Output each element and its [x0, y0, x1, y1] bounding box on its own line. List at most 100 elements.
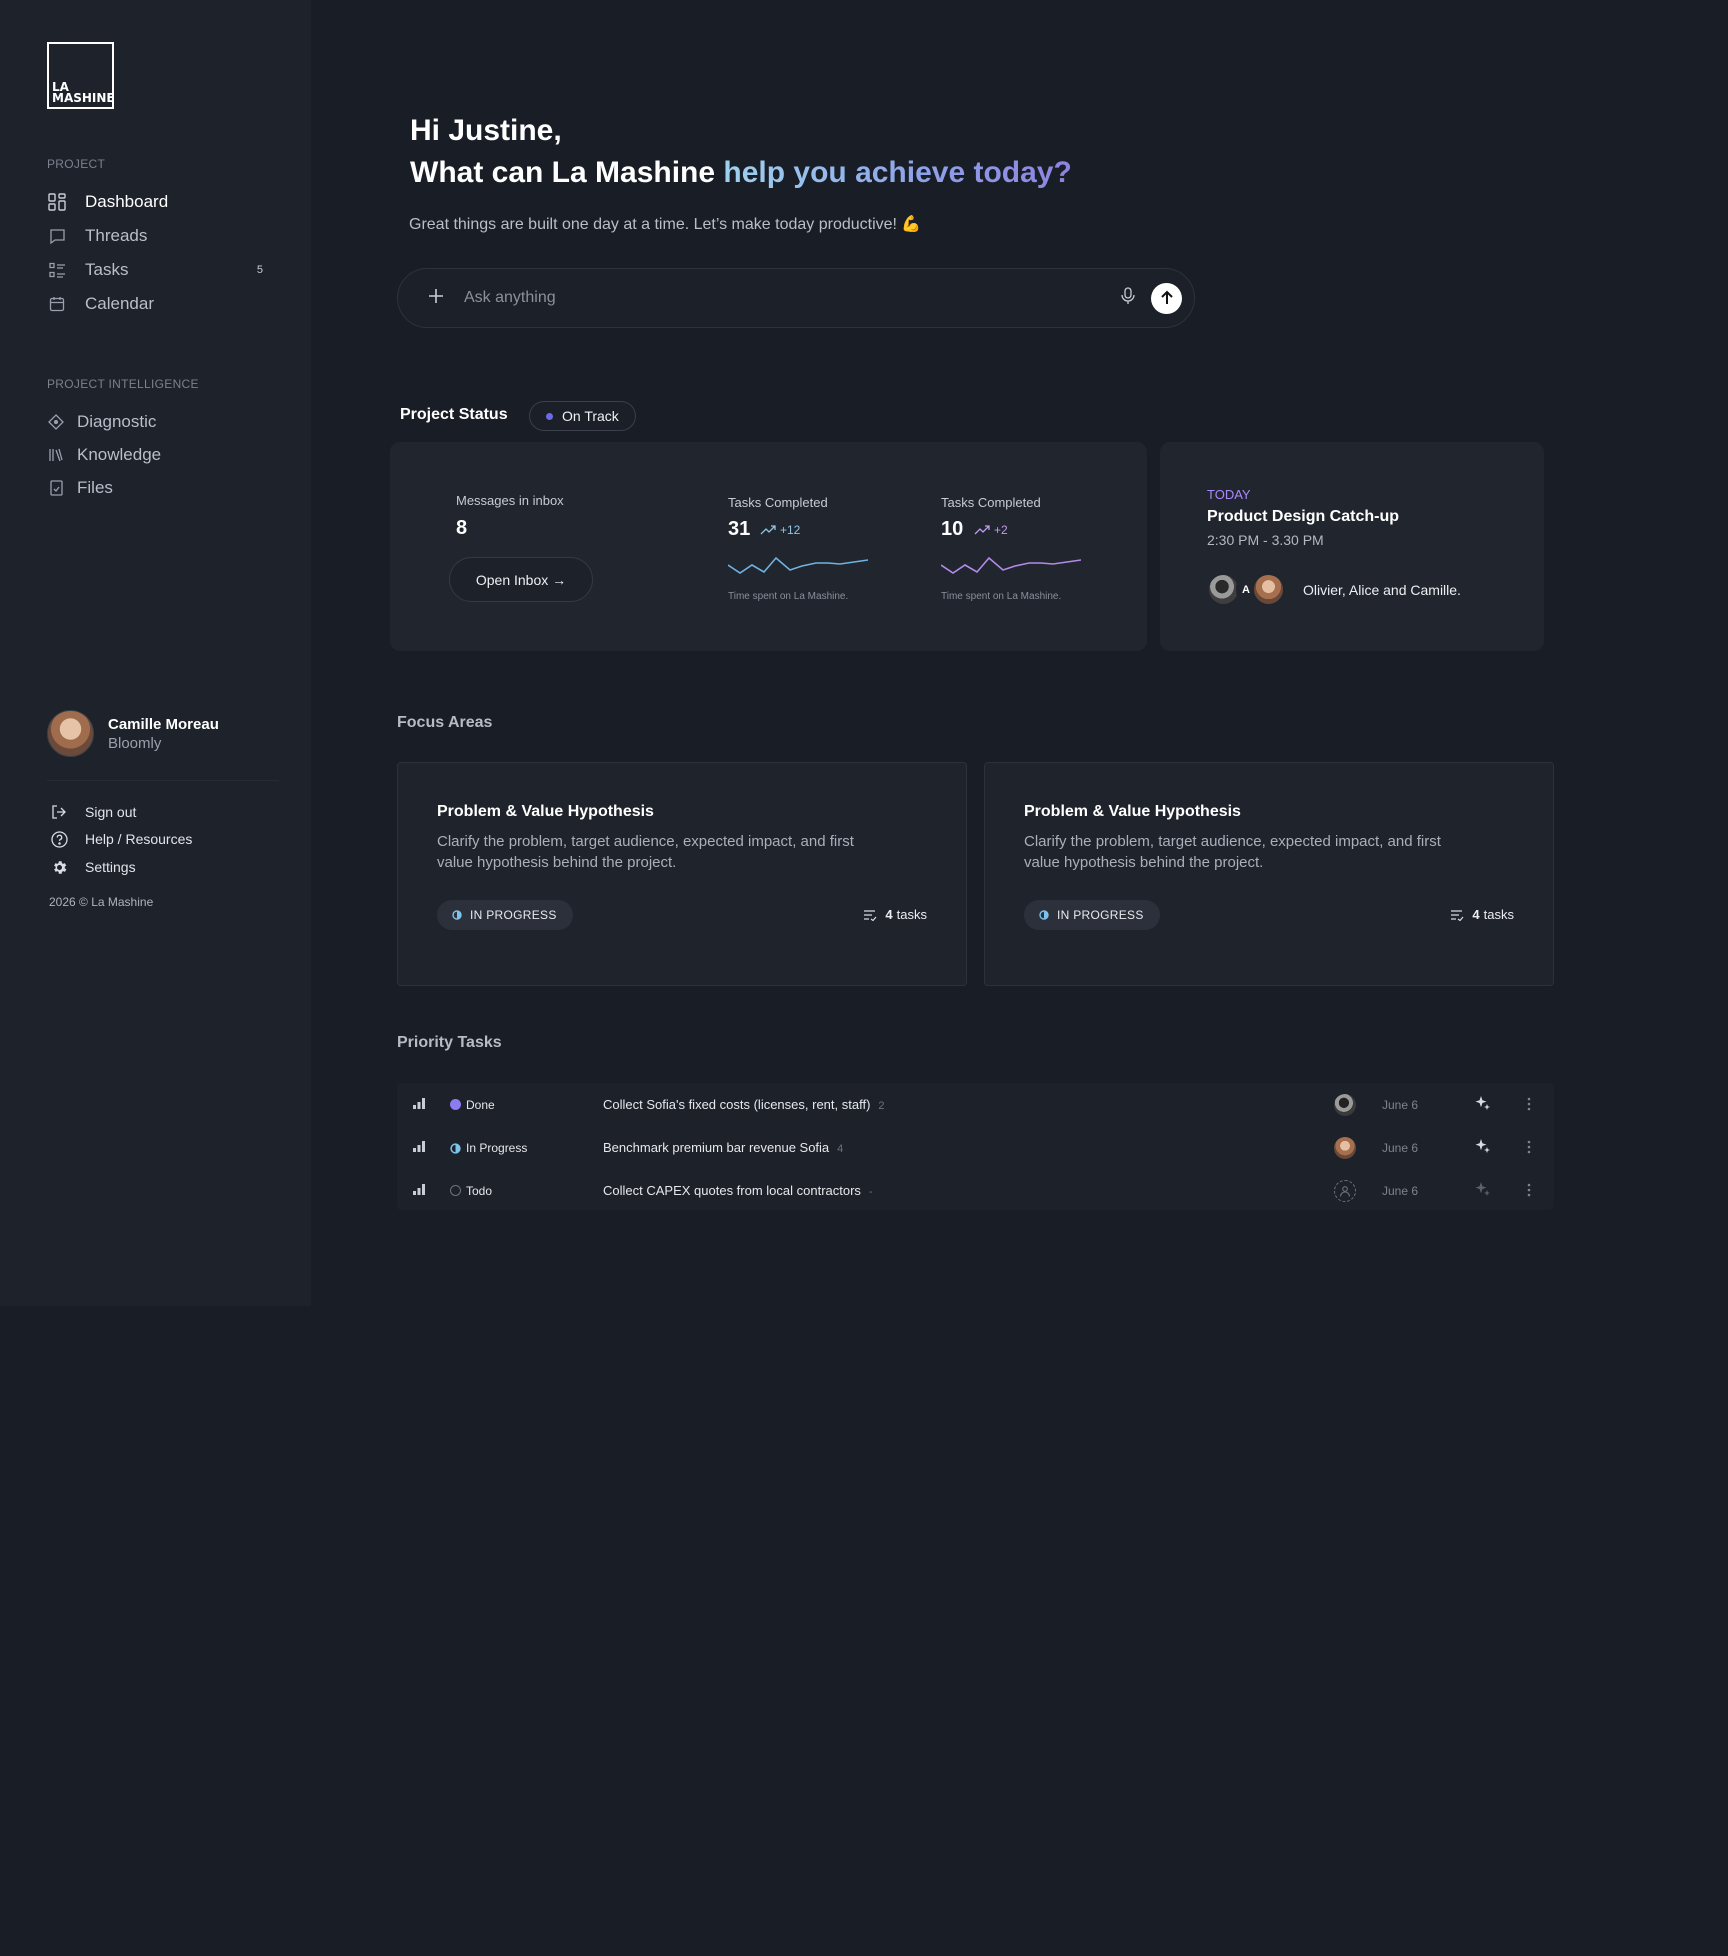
logo-line2: MASHINE [52, 91, 115, 105]
sparkline-tasks-2 [941, 556, 1081, 574]
more-vertical-icon[interactable] [1527, 1097, 1531, 1114]
sidebar-item-diagnostic[interactable]: Diagnostic [47, 409, 277, 435]
table-row[interactable]: Done Collect Sofia's fixed costs (licens… [397, 1083, 1554, 1126]
status-badge[interactable]: IN PROGRESS [437, 900, 573, 930]
trend-up-icon [760, 525, 776, 535]
metric-label: Tasks Completed [941, 495, 1041, 510]
status-dot [546, 412, 553, 420]
help-resources-link[interactable]: Help / Resources [50, 830, 192, 848]
task-status[interactable]: Done [466, 1098, 495, 1112]
sign-out-icon [50, 803, 68, 821]
status-badge-label: IN PROGRESS [470, 908, 557, 922]
sidebar-item-label: Tasks [85, 260, 129, 279]
gear-icon [50, 858, 68, 876]
table-row[interactable]: Todo Collect CAPEX quotes from local con… [397, 1169, 1554, 1212]
avatar[interactable] [1334, 1094, 1356, 1116]
sidebar-divider [47, 780, 279, 781]
ask-bar [397, 268, 1195, 328]
task-title-text: Benchmark premium bar revenue Sofia [603, 1140, 830, 1155]
attendees-text: Olivier, Alice and Camille. [1303, 581, 1461, 598]
project-section-label: PROJECT [47, 157, 106, 171]
sidebar-item-label: Knowledge [77, 445, 162, 464]
task-date[interactable]: June 6 [1382, 1184, 1418, 1198]
trend-up-icon [974, 525, 990, 535]
metric-value: 10 [941, 518, 964, 540]
calendar-icon [47, 294, 67, 314]
library-icon [47, 445, 65, 465]
hero-question: What can La Mashine help you achieve tod… [410, 156, 1072, 190]
microphone-icon[interactable] [1121, 286, 1135, 310]
task-title-text: Collect CAPEX quotes from local contract… [603, 1183, 861, 1198]
task-date[interactable]: June 6 [1382, 1141, 1418, 1155]
logo[interactable]: LA MASHINE [47, 42, 115, 109]
sparkle-icon[interactable] [1474, 1095, 1491, 1115]
ask-input[interactable] [464, 289, 1121, 307]
metric-delta: +2 [974, 523, 1008, 537]
task-title[interactable]: Collect CAPEX quotes from local contract… [603, 1183, 873, 1198]
hero-subline: Great things are built one day at a time… [409, 216, 922, 233]
sidebar-item-tasks[interactable]: Tasks 5 [47, 257, 277, 283]
status-badge-label: IN PROGRESS [1057, 908, 1144, 922]
half-circle-icon [452, 910, 462, 920]
task-list-check-icon [864, 909, 877, 921]
sparkle-icon[interactable] [1474, 1138, 1491, 1158]
focus-areas-title: Focus Areas [397, 714, 493, 731]
status-metrics-card [390, 442, 1147, 651]
more-vertical-icon[interactable] [1527, 1183, 1531, 1200]
priority-bars-icon[interactable] [413, 1183, 425, 1198]
sidebar-item-knowledge[interactable]: Knowledge [47, 442, 277, 468]
task-status[interactable]: In Progress [466, 1141, 527, 1155]
sparkle-icon[interactable] [1474, 1181, 1491, 1201]
half-circle-icon [1039, 910, 1049, 920]
user-name: Camille Moreau [108, 715, 219, 733]
focus-card[interactable]: Problem & Value Hypothesis Clarify the p… [397, 762, 967, 986]
task-title-text: Collect Sofia's fixed costs (licenses, r… [603, 1097, 871, 1112]
greeting: Hi Justine, [410, 114, 562, 147]
task-date[interactable]: June 6 [1382, 1098, 1418, 1112]
focus-card[interactable]: Problem & Value Hypothesis Clarify the p… [984, 762, 1554, 986]
plus-icon[interactable] [428, 288, 444, 309]
priority-tasks-title: Priority Tasks [397, 1034, 502, 1051]
open-inbox-button[interactable]: Open Inbox → [449, 557, 593, 602]
more-vertical-icon[interactable] [1527, 1140, 1531, 1157]
priority-bars-icon[interactable] [413, 1140, 425, 1155]
project-status-title: Project Status [400, 406, 508, 423]
sidebar-item-threads[interactable]: Threads [47, 223, 277, 249]
inbox-label: Messages in inbox [456, 493, 564, 508]
task-title[interactable]: Benchmark premium bar revenue Sofia 4 [603, 1140, 843, 1155]
sidebar-item-label: Files [77, 478, 113, 497]
sidebar-item-calendar[interactable]: Calendar [47, 291, 277, 317]
sidebar-item-files[interactable]: Files [47, 475, 277, 501]
event-attendees: A Olivier, Alice and Camille. [1207, 573, 1461, 606]
footer-link-label: Help / Resources [85, 831, 193, 847]
inbox-count: 8 [456, 517, 468, 539]
task-count-label: tasks [896, 907, 927, 922]
unassigned-user-icon[interactable] [1334, 1180, 1356, 1202]
status-badge[interactable]: On Track [529, 401, 636, 431]
task-count: 4 [1472, 907, 1480, 922]
task-status[interactable]: Todo [466, 1184, 492, 1198]
focus-card-title: Problem & Value Hypothesis [437, 803, 654, 820]
tasks-count-badge: 5 [256, 264, 263, 276]
avatar[interactable] [1334, 1137, 1356, 1159]
event-title: Product Design Catch-up [1207, 508, 1400, 525]
chat-bubble-icon [47, 226, 67, 246]
sidebar-item-dashboard[interactable]: Dashboard [47, 189, 277, 215]
table-row[interactable]: In Progress Benchmark premium bar revenu… [397, 1126, 1554, 1169]
settings-link[interactable]: Settings [50, 858, 136, 876]
sign-out-link[interactable]: Sign out [50, 803, 136, 821]
focus-task-count: 4 tasks [1450, 907, 1514, 922]
sidebar-item-label: Diagnostic [77, 412, 157, 431]
task-title[interactable]: Collect Sofia's fixed costs (licenses, r… [603, 1097, 885, 1112]
focus-card-desc: Clarify the problem, target audience, ex… [1024, 833, 1441, 871]
focus-card-desc: Clarify the problem, target audience, ex… [437, 833, 854, 871]
status-badge[interactable]: IN PROGRESS [1024, 900, 1160, 930]
task-count: 4 [885, 907, 893, 922]
metric-delta: +12 [760, 523, 800, 537]
user-profile[interactable]: Camille Moreau Bloomly [47, 710, 219, 757]
priority-bars-icon[interactable] [413, 1097, 425, 1112]
subtask-count: 2 [878, 1100, 885, 1112]
hero-question-accent: help you achieve today? [723, 156, 1072, 189]
status-in-progress-icon [450, 1142, 461, 1154]
send-button[interactable] [1151, 282, 1182, 314]
